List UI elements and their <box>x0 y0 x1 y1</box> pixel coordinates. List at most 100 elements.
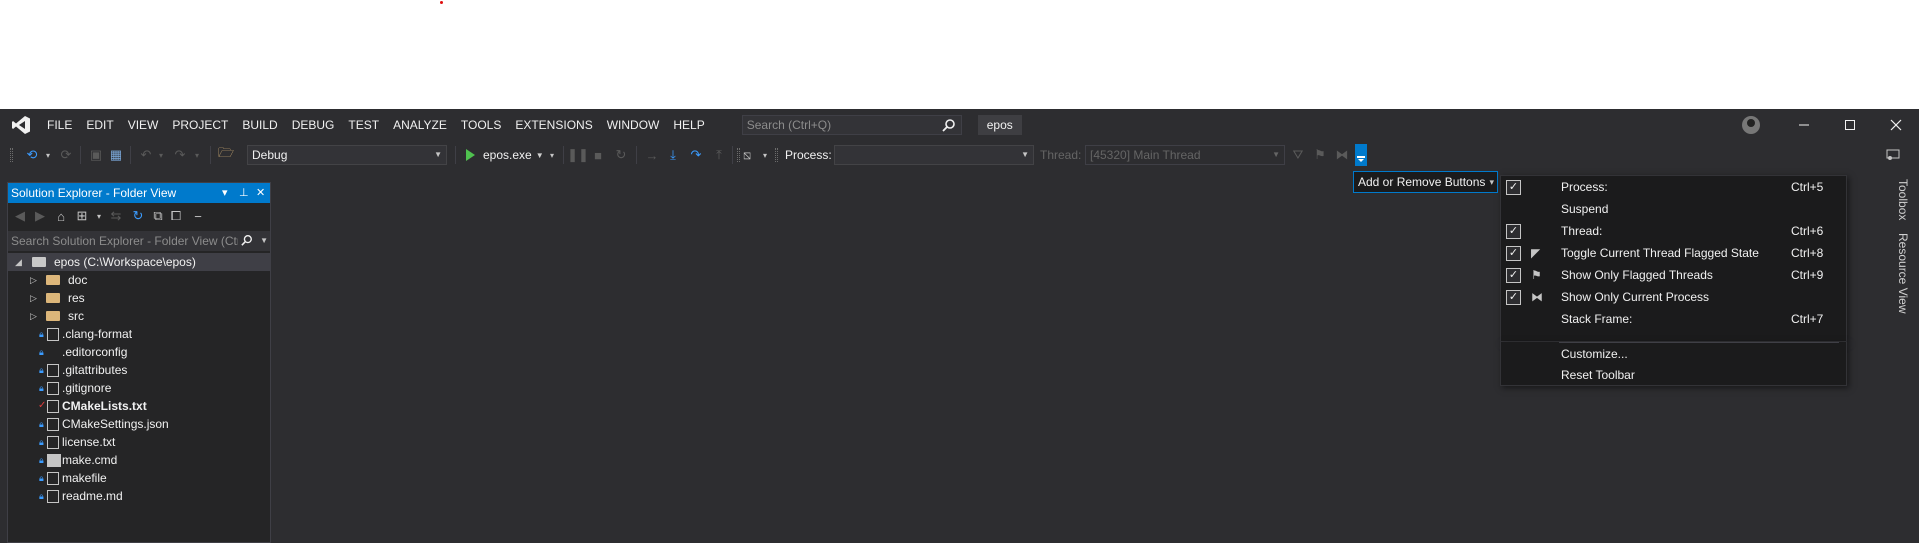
popup-item-suspend[interactable]: Suspend <box>1501 198 1846 220</box>
close-icon[interactable]: ✕ <box>256 183 265 203</box>
feedback-icon[interactable] <box>1885 147 1901 163</box>
collapse-icon[interactable]: ◢ <box>15 253 22 271</box>
toolbar-grip[interactable] <box>775 148 778 162</box>
menu-build[interactable]: BUILD <box>235 109 284 141</box>
menu-debug[interactable]: DEBUG <box>285 109 342 141</box>
configuration-dropdown[interactable]: Debug ▼ <box>247 145 447 165</box>
visual-studio-logo-icon[interactable] <box>10 115 32 135</box>
popup-item-thread[interactable]: ✓ Thread: Ctrl+6 <box>1501 220 1846 242</box>
minimize-icon[interactable] <box>1781 109 1827 141</box>
close-icon[interactable] <box>1873 109 1919 141</box>
tree-file[interactable]: 🔒︎ CMakeSettings.json <box>8 415 270 433</box>
collapse-all-icon[interactable]: ⧉ <box>150 208 166 224</box>
solution-explorer-title-bar[interactable]: Solution Explorer - Folder View ▾ ⊥ ✕ <box>8 183 270 203</box>
popup-item-process[interactable]: ✓ Process: Ctrl+5 <box>1501 176 1846 198</box>
tree-file-label: license.txt <box>62 435 116 449</box>
tree-file-label: .gitattributes <box>62 363 128 377</box>
popup-item-label: Process: <box>1561 180 1608 194</box>
search-icon <box>238 232 256 251</box>
resource-view-tab[interactable]: Resource View <box>1896 233 1910 313</box>
tree-folder[interactable]: ▷ src <box>8 307 270 325</box>
solution-explorer-search[interactable]: Search Solution Explorer - Folder View (… <box>8 231 270 251</box>
quick-launch-search[interactable]: Search (Ctrl+Q) <box>741 115 962 135</box>
tree-file[interactable]: 🔒︎ .editorconfig <box>8 343 270 361</box>
show-all-files-icon[interactable]: ⧠ <box>168 208 184 224</box>
chevron-down-icon[interactable]: ▼ <box>260 231 268 251</box>
file-icon <box>47 400 59 413</box>
tree-file[interactable]: 🔒︎ makefile <box>8 469 270 487</box>
refresh-icon[interactable]: ↻ <box>130 208 146 224</box>
tree-file[interactable]: 🔒︎ readme.md <box>8 487 270 505</box>
tree-file[interactable]: 🔒︎ .clang-format <box>8 325 270 343</box>
checkbox-checked-icon[interactable]: ✓ <box>1506 224 1521 239</box>
step-into-icon[interactable]: ⤓ <box>665 147 681 163</box>
thread-value: [45320] Main Thread <box>1090 148 1201 162</box>
save-all-icon[interactable]: ▦ <box>108 147 124 163</box>
menu-file[interactable]: FILE <box>40 109 79 141</box>
menu-bar: FILE EDIT VIEW PROJECT BUILD DEBUG TEST … <box>0 109 1919 141</box>
checkbox-checked-icon[interactable]: ✓ <box>1506 180 1521 195</box>
hex-display-icon[interactable]: ⧅ <box>739 147 755 163</box>
step-over-icon[interactable]: ↷ <box>688 147 704 163</box>
popup-item-show-current-process[interactable]: ✓ ⧓ Show Only Current Process <box>1501 286 1846 308</box>
tree-file[interactable]: 🔒︎ .gitignore <box>8 379 270 397</box>
popup-item-show-flagged[interactable]: ✓ ⚑ Show Only Flagged Threads Ctrl+9 <box>1501 264 1846 286</box>
tree-root-label: epos (C:\Workspace\epos) <box>54 255 196 269</box>
popup-item-reset-toolbar[interactable]: Reset Toolbar <box>1501 364 1846 386</box>
menu-analyze[interactable]: ANALYZE <box>386 109 454 141</box>
menu-window[interactable]: WINDOW <box>600 109 667 141</box>
chevron-down-icon[interactable]: ▾ <box>91 208 107 224</box>
chevron-down-icon: ▼ <box>1021 150 1029 159</box>
tree-folder[interactable]: ▷ doc <box>8 271 270 289</box>
home-icon[interactable]: ⌂ <box>53 208 69 224</box>
tree-file[interactable]: 🔒︎ license.txt <box>8 433 270 451</box>
maximize-icon[interactable] <box>1827 109 1873 141</box>
open-folder-icon[interactable]: 🗁 <box>218 145 234 163</box>
expand-icon[interactable]: ▷ <box>30 307 37 325</box>
checkbox-checked-icon[interactable]: ✓ <box>1506 268 1521 283</box>
window-position-icon[interactable]: ▾ <box>222 183 228 203</box>
expand-icon[interactable]: ▷ <box>30 271 37 289</box>
start-debugging-icon[interactable] <box>462 147 478 163</box>
chevron-down-icon[interactable]: ▾ <box>544 147 560 163</box>
properties-icon[interactable]: − <box>190 208 206 224</box>
menu-project[interactable]: PROJECT <box>165 109 235 141</box>
menu-edit[interactable]: EDIT <box>79 109 120 141</box>
tree-root[interactable]: ◢ epos (C:\Workspace\epos) <box>8 253 270 271</box>
tree-file[interactable]: 🔒︎ make.cmd <box>8 451 270 469</box>
back-icon: ◀ <box>15 208 25 223</box>
lock-icon: 🔒︎ <box>39 473 44 483</box>
menu-test[interactable]: TEST <box>341 109 386 141</box>
checkbox-checked-icon[interactable]: ✓ <box>1506 246 1521 261</box>
chevron-down-icon <box>1358 159 1364 162</box>
pin-icon[interactable]: ⊥ <box>239 183 249 203</box>
menu-extensions[interactable]: EXTENSIONS <box>508 109 599 141</box>
menu-help[interactable]: HELP <box>666 109 711 141</box>
toolbar-grip[interactable] <box>10 148 13 162</box>
menu-tools[interactable]: TOOLS <box>454 109 508 141</box>
menu-view[interactable]: VIEW <box>121 109 166 141</box>
process-dropdown[interactable]: ▼ <box>834 145 1034 165</box>
switch-views-icon[interactable]: ⊞ <box>74 208 90 224</box>
expand-icon[interactable]: ▷ <box>30 289 37 307</box>
popup-item-shortcut: Ctrl+8 <box>1791 246 1824 260</box>
chevron-down-icon[interactable]: ▾ <box>757 147 773 163</box>
avatar[interactable] <box>1742 116 1760 134</box>
add-remove-buttons-menu-item[interactable]: Add or Remove Buttons ▾ <box>1353 171 1498 193</box>
popup-item-customize[interactable]: Customize... <box>1501 343 1846 365</box>
start-target-button[interactable]: epos.exe ▼ <box>483 141 544 169</box>
stop-debugging-icon: ■ <box>594 147 602 163</box>
popup-item-toggle-flagged[interactable]: ✓ ◤ Toggle Current Thread Flagged State … <box>1501 242 1846 264</box>
toolbar-buttons-popup-footer: Customize... Reset Toolbar <box>1500 342 1847 386</box>
checkbox-checked-icon[interactable]: ✓ <box>1506 290 1521 305</box>
popup-item-stack-frame[interactable]: Stack Frame: Ctrl+7 <box>1501 308 1846 330</box>
tree-file[interactable]: 🔒︎ .gitattributes <box>8 361 270 379</box>
search-placeholder: Search (Ctrl+Q) <box>746 118 832 132</box>
lock-icon: 🔒︎ <box>39 437 44 447</box>
toolbar-options-button[interactable] <box>1355 144 1367 166</box>
tree-folder[interactable]: ▷ res <box>8 289 270 307</box>
toolbox-tab[interactable]: Toolbox <box>1896 179 1910 220</box>
navigate-back-icon[interactable]: ⟲ <box>24 147 40 163</box>
tree-file[interactable]: ✓ CMakeLists.txt <box>8 397 270 415</box>
chevron-down-icon[interactable]: ▾ <box>40 147 56 163</box>
